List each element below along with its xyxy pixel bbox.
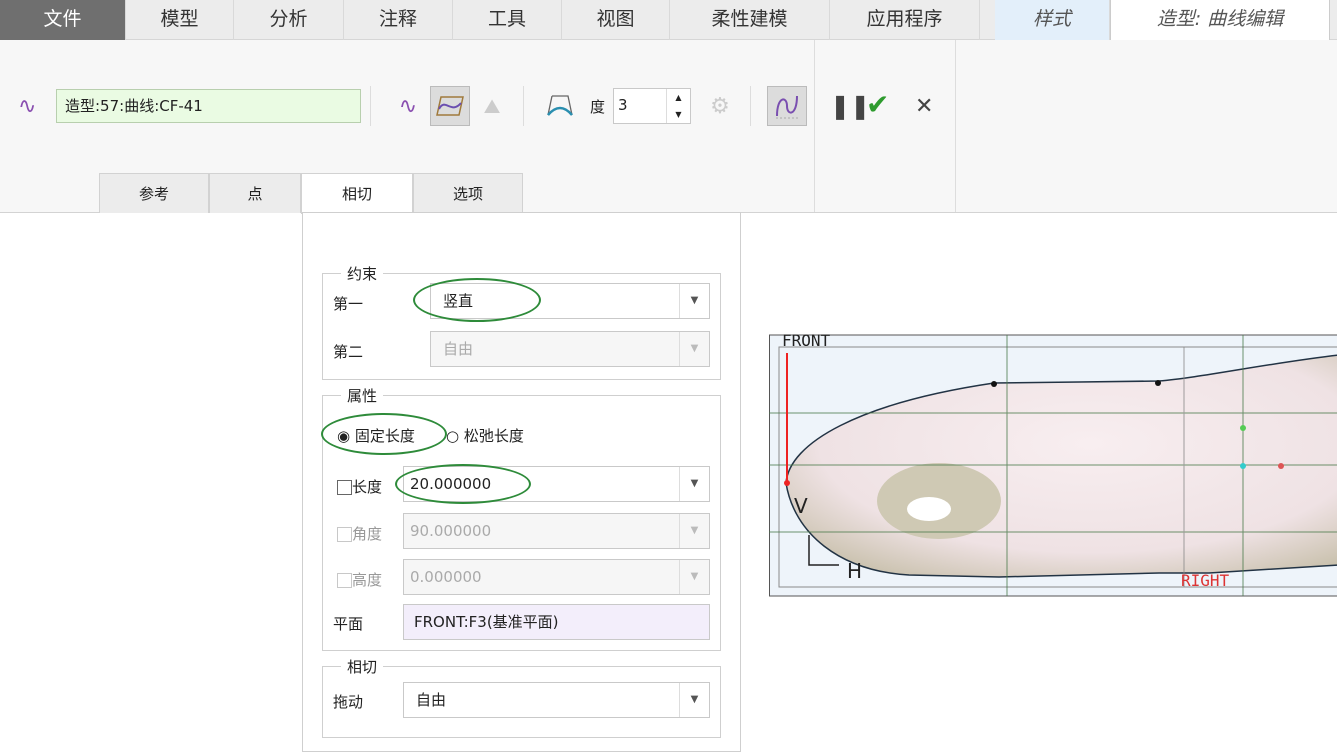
tangent-panel: 约束 第一 竖直 ▼ 第二 自由 ▼ 属性 ◉ 固定长度 ○ 松弛长度 长度 20.… [302,212,741,752]
subtab-options[interactable]: 选项 [413,173,523,213]
divider [370,86,371,126]
constraint-legend: 约束 [347,265,378,283]
free-curve-icon[interactable]: ∿ [388,86,428,126]
model-viewport[interactable]: FRONT RIGHT V H [769,331,1337,597]
tab-analysis[interactable]: 分析 [234,0,344,40]
plane-label: 平面 [333,615,364,633]
pause-icon[interactable]: ❚❚ [830,92,870,120]
angle-checkbox[interactable]: 角度 [337,523,382,544]
properties-legend: 属性 [347,387,378,405]
height-checkbox[interactable]: 高度 [337,569,382,590]
radio-relaxed-label: 松弛长度 [463,427,524,445]
stepper-up-icon[interactable]: ▲ [666,89,690,106]
tab-style[interactable]: 样式 [995,0,1110,40]
tab-model[interactable]: 模型 [126,0,234,40]
tab-view[interactable]: 视图 [562,0,670,40]
subtab-references[interactable]: 参考 [99,173,209,213]
control-polygon-button[interactable] [540,86,580,126]
top-tab-bar: 文件 模型 分析 注释 工具 视图 柔性建模 应用程序 样式 造型: 曲线编辑 [0,0,1337,40]
right-datum-label: RIGHT [1181,571,1230,590]
height-label: 高度 [352,571,383,589]
planar-curve-button[interactable] [430,86,470,126]
height-value: 0.000000 [410,568,482,586]
drag-select[interactable]: 自由 ▼ [403,682,710,718]
subtab-points[interactable]: 点 [209,173,301,213]
angle-label: 角度 [352,525,383,543]
chevron-down-icon: ▼ [679,560,709,594]
divider [750,86,751,126]
drag-label: 拖动 [333,693,364,711]
chevron-down-icon: ▼ [679,467,709,501]
control-polygon-icon [547,95,573,116]
curve-icon: ∿ [18,94,37,119]
tab-curve-edit[interactable]: 造型: 曲线编辑 [1110,0,1330,40]
tab-annotate[interactable]: 注释 [344,0,453,40]
highlight-oval [413,278,541,322]
subtab-tangent[interactable]: 相切 [301,173,413,214]
first-label: 第一 [333,295,364,313]
chevron-down-icon: ▼ [679,683,709,717]
chevron-down-icon: ▼ [679,514,709,548]
planar-curve-icon [436,96,464,116]
divider [814,40,815,212]
v-axis-label: V [794,494,808,518]
stepper-down-icon[interactable]: ▼ [666,106,690,123]
divider [523,86,524,126]
degree-label: 度 [590,98,606,116]
length-checkbox[interactable]: 长度 [337,476,382,497]
curvature-plot-icon [776,95,798,119]
front-datum-label: FRONT [782,333,831,350]
curvature-plot-button[interactable] [767,86,807,126]
angle-input[interactable]: 90.000000 ▼ [403,513,710,549]
tab-applications[interactable]: 应用程序 [830,0,980,40]
chevron-down-icon: ▼ [679,284,709,318]
cos-curve-icon[interactable]: ⛰ [472,86,512,126]
tab-flexible-modeling[interactable]: 柔性建模 [670,0,830,40]
angle-value: 90.000000 [410,522,492,540]
divider [955,40,956,212]
curve-name-field[interactable]: 造型:57:曲线:CF-41 [56,89,361,123]
tab-file[interactable]: 文件 [0,0,126,40]
tab-tools[interactable]: 工具 [453,0,562,40]
length-label: 长度 [352,478,383,496]
plane-reference-field[interactable]: FRONT:F3(基准平面) [403,604,710,640]
drag-value: 自由 [416,691,447,709]
cancel-x-icon[interactable]: ✕ [915,94,933,119]
degree-value: 3 [618,96,628,114]
second-constraint-select[interactable]: 自由 ▼ [430,331,710,367]
h-axis-label: H [847,559,862,583]
second-constraint-value: 自由 [443,340,474,358]
height-input[interactable]: 0.000000 ▼ [403,559,710,595]
second-label: 第二 [333,343,364,361]
chevron-down-icon: ▼ [679,332,709,366]
highlight-oval [321,413,447,455]
radio-relaxed-length[interactable]: ○ 松弛长度 [446,425,524,446]
model-view: FRONT RIGHT V H [769,331,1337,597]
tangent-legend: 相切 [347,658,378,676]
degree-stepper[interactable]: 3 ▲ ▼ [613,88,691,124]
confirm-check-icon[interactable]: ✔ [866,88,889,121]
highlight-oval [395,464,531,504]
curvature-icon[interactable]: ⚙ [700,86,740,126]
